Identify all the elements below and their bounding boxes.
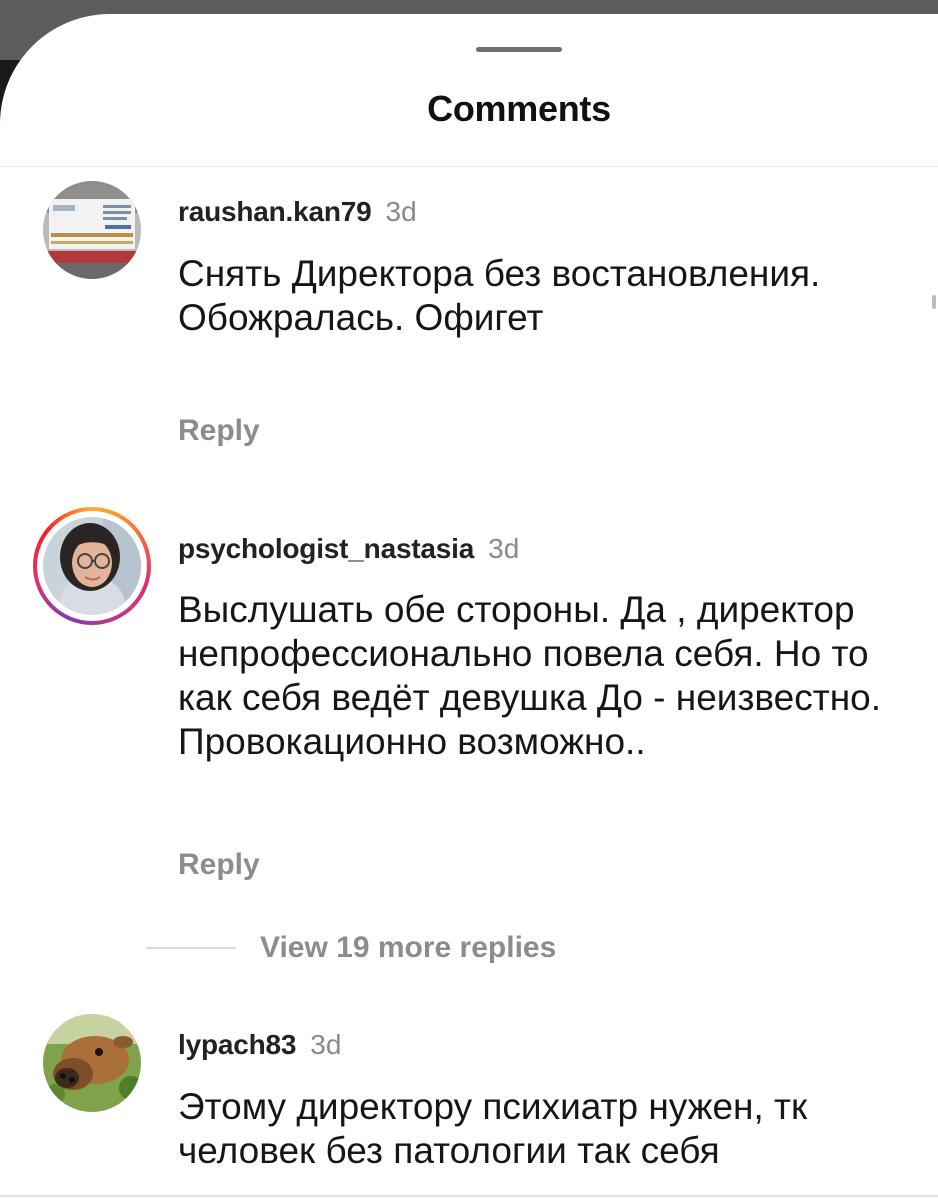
- comment-meta: psychologist_nastasia 3d: [178, 532, 519, 566]
- drag-handle[interactable]: [476, 47, 562, 52]
- comment-time: 3d: [385, 196, 417, 227]
- sheet-title: Comments: [427, 88, 611, 129]
- cow-photo-avatar[interactable]: [43, 1014, 141, 1112]
- comment-meta: raushan.kan79 3d: [178, 195, 417, 229]
- comment-meta: lypach83 3d: [178, 1028, 341, 1062]
- bottom-divider: [0, 1195, 938, 1197]
- username[interactable]: raushan.kan79: [178, 196, 372, 227]
- story-ring[interactable]: [33, 507, 151, 625]
- comments-sheet: Comments raushan.kan79 3d Снять Директор…: [0, 14, 938, 1200]
- comment-options-icon[interactable]: [932, 295, 936, 309]
- document-photo-avatar[interactable]: [43, 181, 141, 279]
- username[interactable]: lypach83: [178, 1029, 296, 1060]
- header-divider: [0, 166, 938, 167]
- view-more-replies[interactable]: View 19 more replies: [146, 928, 556, 968]
- comment-time: 3d: [488, 533, 520, 564]
- woman-portrait-avatar[interactable]: [43, 517, 141, 615]
- view-more-label[interactable]: View 19 more replies: [260, 931, 556, 965]
- reply-button[interactable]: Reply: [178, 848, 260, 882]
- comment-time: 3d: [310, 1029, 342, 1060]
- comment-text: Снять Директора без востановления. Обожр…: [178, 253, 821, 338]
- view-more-line: [146, 947, 236, 949]
- comment-text: Выслушать обе стороны. Да , директор неп…: [178, 589, 881, 762]
- reply-button[interactable]: Reply: [178, 414, 260, 448]
- comment-text: Этому директору психиатр нужен, тк челов…: [178, 1086, 808, 1171]
- username[interactable]: psychologist_nastasia: [178, 533, 474, 564]
